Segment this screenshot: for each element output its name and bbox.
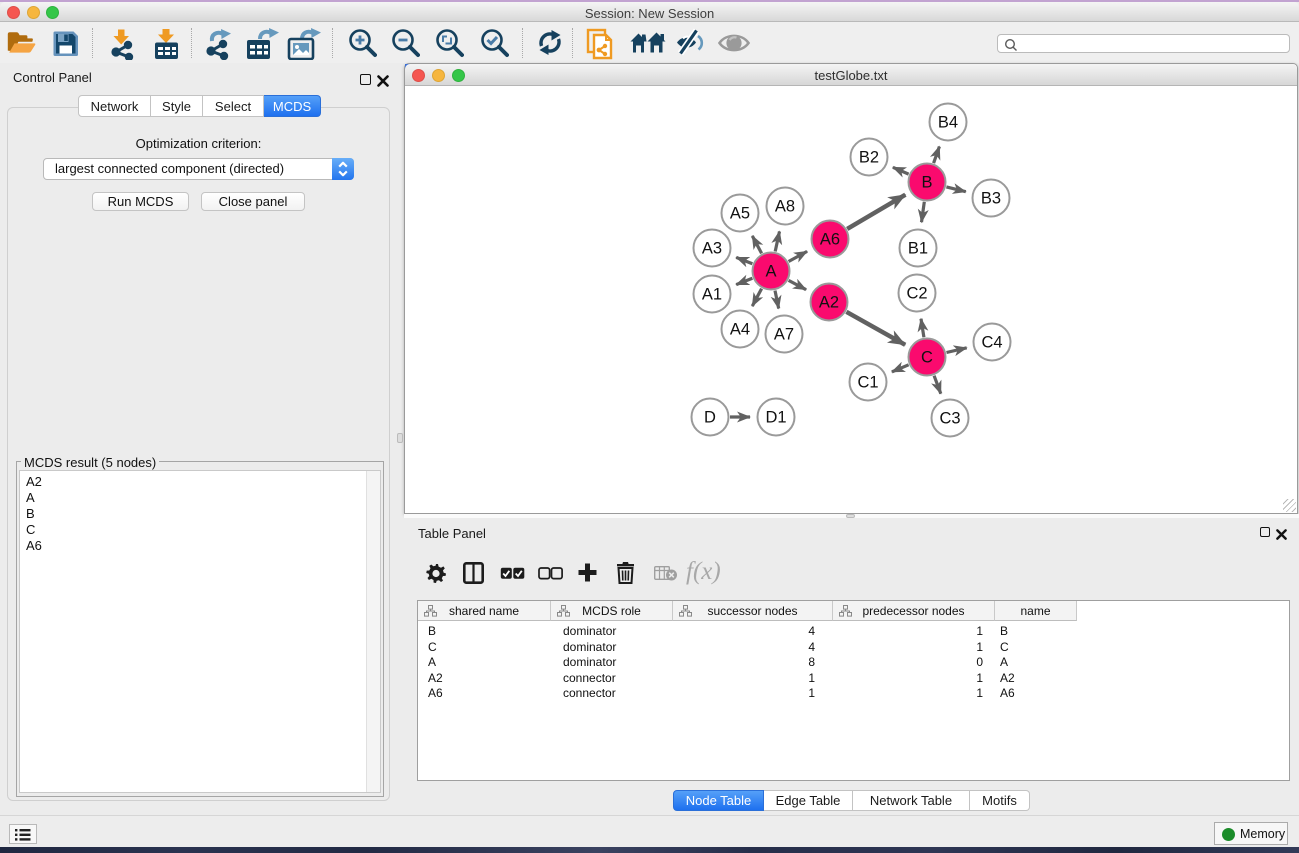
- svg-text:A1: A1: [702, 286, 722, 304]
- svg-text:D1: D1: [765, 409, 786, 427]
- svg-text:B4: B4: [938, 114, 958, 132]
- svg-text:A3: A3: [702, 240, 722, 258]
- svg-text:A7: A7: [774, 326, 794, 344]
- svg-text:A8: A8: [775, 198, 795, 216]
- svg-text:B3: B3: [981, 190, 1001, 208]
- svg-text:A2: A2: [819, 294, 839, 312]
- svg-text:C3: C3: [939, 410, 960, 428]
- svg-text:A6: A6: [820, 231, 840, 249]
- svg-text:C1: C1: [857, 374, 878, 392]
- svg-text:B2: B2: [859, 149, 879, 167]
- svg-text:A: A: [765, 263, 776, 281]
- svg-text:C: C: [921, 349, 933, 367]
- svg-text:C2: C2: [906, 285, 927, 303]
- svg-text:B1: B1: [908, 240, 928, 258]
- svg-text:D: D: [704, 409, 716, 427]
- svg-text:A4: A4: [730, 321, 750, 339]
- svg-text:C4: C4: [981, 334, 1002, 352]
- svg-text:A5: A5: [730, 205, 750, 223]
- svg-text:B: B: [921, 174, 932, 192]
